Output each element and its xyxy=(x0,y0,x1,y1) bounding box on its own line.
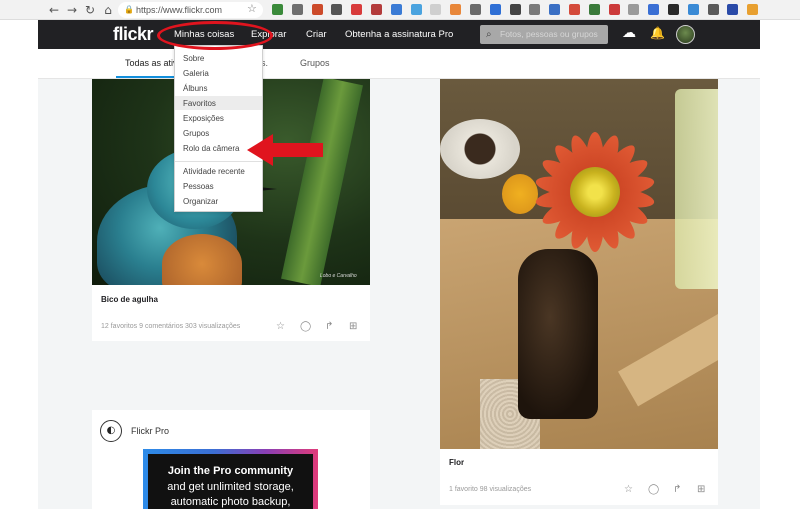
menu-item-rolo-da-camera[interactable]: Rolo da câmera xyxy=(183,144,239,153)
url-text: https://www.flickr.com xyxy=(136,5,223,15)
pro-banner-line2: and get unlimited storage, xyxy=(167,481,294,493)
feed-subnav: Todas as ativ s. Grupos xyxy=(38,49,760,79)
search-icon: ⌕ xyxy=(486,29,492,40)
flickr-pro-logo-icon: ◐ xyxy=(100,420,122,442)
browser-toolbar: ← → ↻ ⌂ 🔒 https://www.flickr.com ☆ xyxy=(0,0,800,20)
share-icon[interactable]: ↱ xyxy=(673,484,681,495)
photo-flower[interactable] xyxy=(440,79,718,449)
menu-item-pessoas[interactable]: Pessoas xyxy=(183,182,214,191)
lock-icon: 🔒 xyxy=(124,5,134,14)
upload-icon[interactable]: ☁ xyxy=(620,25,638,43)
bookmark-star-icon[interactable]: ☆ xyxy=(247,2,257,15)
avatar[interactable] xyxy=(676,25,695,44)
nav-criar[interactable]: Criar xyxy=(306,29,327,40)
search-placeholder: Fotos, pessoas ou grupos xyxy=(500,29,598,39)
menu-item-galeria[interactable]: Galeria xyxy=(183,69,209,78)
extension-icon[interactable] xyxy=(470,4,481,15)
photo-caption[interactable]: Flor xyxy=(449,458,464,467)
share-icon[interactable]: ↱ xyxy=(325,321,333,332)
tab-grupos[interactable]: Grupos xyxy=(300,58,330,68)
notifications-bell-icon[interactable]: 🔔 xyxy=(650,26,665,42)
reload-icon[interactable]: ↻ xyxy=(82,2,98,18)
extension-icon[interactable] xyxy=(549,4,561,15)
active-tab-indicator xyxy=(116,76,176,78)
flickr-header: flickr Minhas coisas Explorar Criar Obte… xyxy=(38,20,760,49)
extension-icon[interactable] xyxy=(707,4,719,15)
menu-item-albuns[interactable]: Álbuns xyxy=(183,84,207,93)
extension-icon[interactable] xyxy=(430,4,442,15)
home-icon[interactable]: ⌂ xyxy=(100,2,116,18)
menu-item-atividade-recente[interactable]: Atividade recente xyxy=(183,167,245,176)
extension-icon[interactable] xyxy=(628,4,640,15)
pro-banner-line1: Join the Pro community xyxy=(167,465,294,477)
extension-icon[interactable] xyxy=(648,4,660,15)
extension-icon[interactable] xyxy=(747,4,759,15)
add-to-gallery-icon[interactable]: ⊞ xyxy=(349,321,357,332)
extension-icon[interactable] xyxy=(608,4,620,15)
extension-icon[interactable] xyxy=(529,4,541,15)
nav-pro[interactable]: Obtenha a assinatura Pro xyxy=(345,29,453,40)
back-icon[interactable]: ← xyxy=(46,2,62,18)
fave-star-icon[interactable]: ☆ xyxy=(624,484,633,495)
fave-star-icon[interactable]: ☆ xyxy=(276,321,285,332)
photo-watermark: Lobo e Carvalho xyxy=(320,273,357,279)
search-input[interactable]: ⌕ Fotos, pessoas ou grupos xyxy=(480,25,608,44)
flickr-logo[interactable]: flickr xyxy=(113,24,154,45)
menu-item-organizar[interactable]: Organizar xyxy=(183,197,218,206)
extension-icon[interactable] xyxy=(450,4,462,15)
extension-icon[interactable] xyxy=(331,4,343,15)
extension-icon[interactable] xyxy=(351,4,363,15)
comment-icon[interactable]: ◯ xyxy=(300,321,311,332)
extension-icon[interactable] xyxy=(509,4,521,15)
extension-icon[interactable] xyxy=(410,4,422,15)
extension-icon[interactable] xyxy=(272,4,283,15)
address-bar[interactable]: 🔒 https://www.flickr.com xyxy=(118,2,263,18)
add-to-gallery-icon[interactable]: ⊞ xyxy=(697,484,705,495)
extension-icon[interactable] xyxy=(390,4,402,15)
photo-stats: 12 favoritos 9 comentários 303 visualiza… xyxy=(101,323,241,330)
pro-card-title[interactable]: Flickr Pro xyxy=(131,426,169,436)
forward-icon[interactable]: → xyxy=(64,2,80,18)
menu-item-sobre[interactable]: Sobre xyxy=(183,54,204,63)
menu-item-exposicoes[interactable]: Exposições xyxy=(183,114,224,123)
extension-icon[interactable] xyxy=(687,4,699,15)
photo-stats: 1 favorito 98 visualizações xyxy=(449,486,532,493)
highlight-circle-annotation xyxy=(157,21,273,50)
photo-caption[interactable]: Bico de agulha xyxy=(101,295,158,304)
extension-icon[interactable] xyxy=(668,4,679,15)
extension-icon[interactable] xyxy=(569,4,580,15)
extension-icon[interactable] xyxy=(727,4,739,15)
extension-icon[interactable] xyxy=(371,4,382,15)
pro-banner-line3: automatic photo backup, xyxy=(170,496,291,508)
menu-item-grupos[interactable]: Grupos xyxy=(183,129,209,138)
red-arrow-annotation xyxy=(247,134,323,166)
tab-todas-atividades[interactable]: Todas as ativ xyxy=(125,58,178,68)
comment-icon[interactable]: ◯ xyxy=(648,484,659,495)
extension-icon[interactable] xyxy=(588,4,600,15)
extension-icon[interactable] xyxy=(489,4,501,15)
menu-item-favoritos[interactable]: Favoritos xyxy=(183,99,216,108)
extension-icon[interactable] xyxy=(291,4,303,15)
extension-icon[interactable] xyxy=(311,4,323,15)
